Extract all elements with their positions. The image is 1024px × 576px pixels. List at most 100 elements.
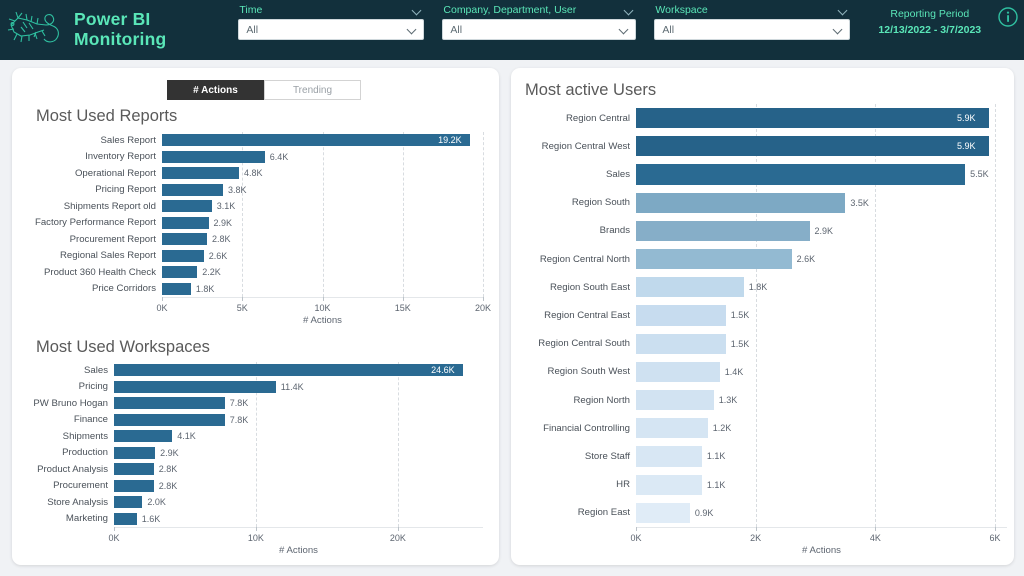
bar-track: 2.0K [114,494,483,511]
bar-row[interactable]: Sales 24.6K [28,362,483,379]
bar[interactable] [114,479,154,492]
bar-value-label: 1.5K [730,310,750,321]
bar[interactable] [114,380,276,393]
bar[interactable] [636,474,702,495]
bar-row[interactable]: Region South East 1.8K [517,273,1007,301]
bar-value-label: 1.2K [712,423,732,434]
bar[interactable] [636,446,702,467]
bar-track: 5.9K [636,104,1007,132]
chevron-down-icon[interactable] [625,6,634,15]
chevron-down-icon[interactable] [839,6,848,15]
bar-row[interactable]: Brands 2.9K [517,217,1007,245]
bar-row[interactable]: Store Analysis 2.0K [28,494,483,511]
bar-row[interactable]: Sales Report 19.2K [28,132,483,149]
reporting-period: Reporting Period 12/13/2022 - 3/7/2023 [878,4,981,36]
bar-row[interactable]: Region North 1.3K [517,386,1007,414]
bar[interactable] [114,463,154,476]
axis-tick-mark [322,297,324,301]
filter-time-dropdown[interactable]: All [238,19,425,40]
tab-trending[interactable]: Trending [264,80,361,100]
bar-row[interactable]: Procurement 2.8K [28,478,483,495]
bar[interactable] [636,389,714,411]
tab-actions[interactable]: # Actions [167,80,264,100]
axis-tick-mark [636,527,637,531]
chart-most-active-users: Region Central 5.9K Region Central West 5.9… [517,104,1007,557]
bar-row[interactable]: Price Corridors 1.8K [28,281,483,298]
bar[interactable] [162,249,204,262]
bar-row[interactable]: Region Central South 1.5K [517,330,1007,358]
bar[interactable] [162,233,207,246]
filter-time: Time All [238,4,425,40]
bar-row[interactable]: Region Central North 2.6K [517,245,1007,273]
bar-row[interactable]: Inventory Report 6.4K [28,149,483,166]
axis-baseline [114,527,483,528]
bar[interactable] [636,502,690,524]
bar[interactable] [114,446,156,459]
bar-value-label: 7.8K [229,414,249,425]
axis-tick-mark [995,527,997,531]
bar[interactable] [114,364,464,377]
bar-row[interactable]: Regional Sales Report 2.6K [28,248,483,265]
bar-row[interactable]: Operational Report 4.8K [28,165,483,182]
chevron-down-icon[interactable] [620,25,629,34]
filter-workspace-dropdown[interactable]: All [654,19,851,40]
bar-row[interactable]: Product 360 Health Check 2.2K [28,264,483,281]
bar-row[interactable]: Procurement Report 2.8K [28,231,483,248]
bar[interactable] [162,134,471,147]
bar-value-label: 3.1K [216,201,236,212]
chevron-down-icon[interactable] [834,25,843,34]
bar-row[interactable]: Marketing 1.6K [28,511,483,528]
bar[interactable] [636,192,846,213]
bar[interactable] [636,248,792,270]
filter-company-dropdown[interactable]: All [442,19,637,40]
bar-row[interactable]: Store Staff 1.1K [517,442,1007,470]
chevron-down-icon[interactable] [413,6,422,15]
axis-tick-label: 0K [108,533,120,543]
bar-row[interactable]: Region East 0.9K [517,499,1007,527]
bar[interactable] [114,430,173,443]
bar[interactable] [114,413,225,426]
bar-row[interactable]: Shipments 4.1K [28,428,483,445]
bar[interactable] [636,164,966,185]
bar-row[interactable]: Pricing Report 3.8K [28,182,483,199]
bar-track: 2.2K [162,264,483,281]
bar[interactable] [114,496,143,509]
bar-value-label: 1.8K [195,283,215,294]
chevron-down-icon[interactable] [408,25,417,34]
bar[interactable] [636,418,708,439]
bar-row[interactable]: PW Bruno Hogan 7.8K [28,395,483,412]
bar-row[interactable]: Region Central East 1.5K [517,301,1007,329]
bar[interactable] [636,333,726,354]
bar[interactable] [162,216,209,229]
bar[interactable] [636,277,744,298]
bar-row[interactable]: Factory Performance Report 2.9K [28,215,483,232]
bar[interactable] [162,183,223,196]
bar-row[interactable]: Finance 7.8K [28,412,483,429]
bar-row[interactable]: Shipments Report old 3.1K [28,198,483,215]
bar-row[interactable]: Region South 3.5K [517,189,1007,217]
bar-row[interactable]: Region Central 5.9K [517,104,1007,132]
bar[interactable] [162,167,240,180]
bar[interactable] [636,136,990,157]
bar[interactable] [162,200,212,213]
bar[interactable] [162,266,198,279]
bar[interactable] [636,220,810,242]
bar[interactable] [636,107,990,129]
info-circle-icon[interactable] [997,6,1019,28]
bar-row[interactable]: Region Central West 5.9K [517,132,1007,160]
bar-row[interactable]: HR 1.1K [517,471,1007,499]
bar-row[interactable]: Pricing 11.4K [28,379,483,396]
bar-row[interactable]: Financial Controlling 1.2K [517,414,1007,442]
bar-row[interactable]: Sales 5.5K [517,160,1007,188]
bar[interactable] [114,397,225,410]
bar-value-label: 2.8K [158,480,178,491]
bar[interactable] [162,282,191,295]
bar[interactable] [162,150,265,163]
bar[interactable] [636,305,726,326]
bar-row[interactable]: Product Analysis 2.8K [28,461,483,478]
bar[interactable] [636,361,720,383]
bar[interactable] [114,512,137,525]
bar-row[interactable]: Region South West 1.4K [517,358,1007,386]
bar-row[interactable]: Production 2.9K [28,445,483,462]
info-button[interactable] [997,6,1019,33]
